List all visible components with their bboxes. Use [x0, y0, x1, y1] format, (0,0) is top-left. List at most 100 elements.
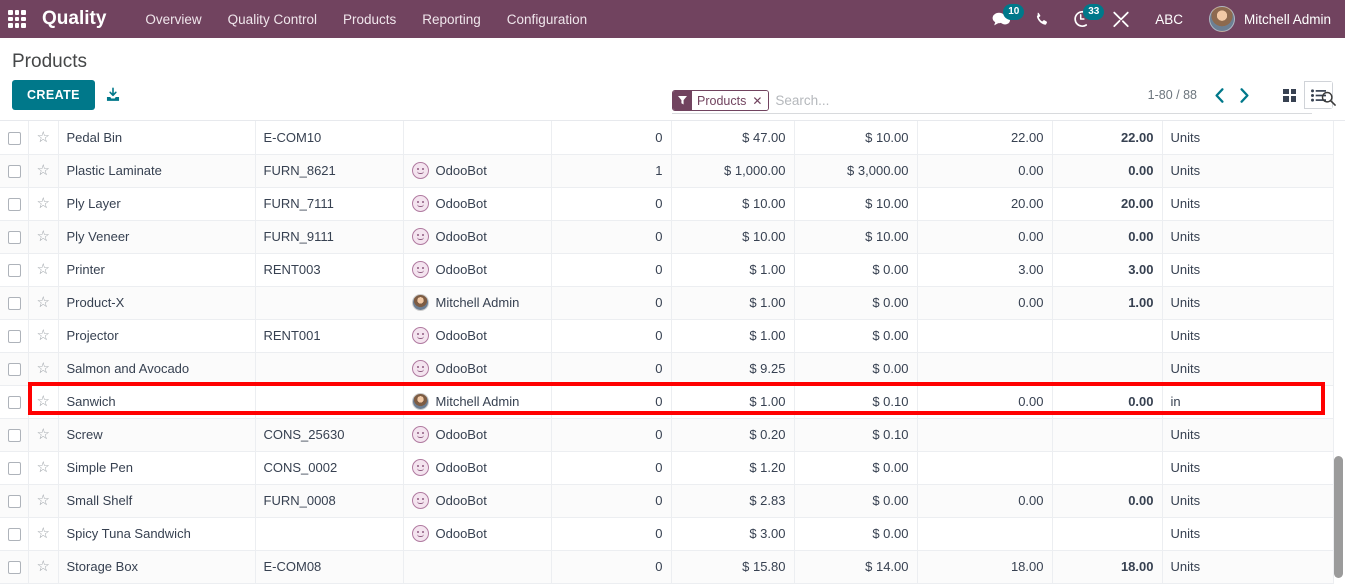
menu-item-configuration[interactable]: Configuration	[494, 2, 600, 37]
star-icon[interactable]: ☆	[37, 360, 50, 377]
table-row[interactable]: ☆ Pedal Bin E-COM10 0 $ 47.00 $ 10.00 22.00 22.…	[0, 121, 1334, 155]
row-product-name[interactable]: Pedal Bin	[58, 121, 256, 155]
table-row[interactable]: ☆ Ply Veneer FURN_9111 OdooBot 0 $ 10.00 $ 10.…	[0, 220, 1334, 254]
row-checkbox-cell[interactable]	[0, 253, 29, 287]
apps-grid-icon[interactable]	[6, 8, 28, 30]
row-checkbox[interactable]	[8, 363, 21, 377]
search-facet-products[interactable]: Products ✕	[672, 90, 770, 111]
table-row[interactable]: ☆ Ply Layer FURN_7111 OdooBot 0 $ 10.00 $ 10.0…	[0, 187, 1334, 221]
row-checkbox[interactable]	[8, 231, 21, 245]
row-checkbox-cell[interactable]	[0, 319, 29, 353]
star-icon[interactable]: ☆	[37, 525, 50, 542]
star-icon[interactable]: ☆	[37, 162, 50, 179]
row-checkbox-cell[interactable]	[0, 451, 29, 485]
row-checkbox-cell[interactable]	[0, 352, 29, 386]
star-icon[interactable]: ☆	[37, 393, 50, 410]
table-row[interactable]: ☆ Sanwich Mitchell Admin 0 $ 1.00 $ 0.10 0.00 0…	[0, 385, 1334, 419]
row-favorite-cell[interactable]: ☆	[28, 484, 59, 518]
row-product-name[interactable]: Spicy Tuna Sandwich	[58, 517, 256, 551]
row-favorite-cell[interactable]: ☆	[28, 517, 59, 551]
row-favorite-cell[interactable]: ☆	[28, 121, 59, 155]
row-checkbox-cell[interactable]	[0, 154, 29, 188]
row-product-name[interactable]: Storage Box	[58, 550, 256, 584]
phone-button[interactable]	[1022, 0, 1061, 38]
vertical-scrollbar[interactable]	[1334, 121, 1343, 587]
row-checkbox-cell[interactable]	[0, 385, 29, 419]
star-icon[interactable]: ☆	[37, 228, 50, 245]
row-checkbox[interactable]	[8, 131, 21, 145]
row-checkbox[interactable]	[8, 297, 21, 311]
row-checkbox-cell[interactable]	[0, 484, 29, 518]
row-favorite-cell[interactable]: ☆	[28, 286, 59, 320]
row-product-name[interactable]: Small Shelf	[58, 484, 256, 518]
row-checkbox[interactable]	[8, 165, 21, 179]
row-checkbox-cell[interactable]	[0, 187, 29, 221]
star-icon[interactable]: ☆	[37, 294, 50, 311]
menu-item-products[interactable]: Products	[330, 2, 409, 37]
row-favorite-cell[interactable]: ☆	[28, 220, 59, 254]
row-checkbox[interactable]	[8, 330, 21, 344]
table-row[interactable]: ☆ Small Shelf FURN_0008 OdooBot 0 $ 2.83 $ 0.0…	[0, 484, 1334, 518]
menu-item-overview[interactable]: Overview	[132, 2, 214, 37]
row-favorite-cell[interactable]: ☆	[28, 352, 59, 386]
row-checkbox[interactable]	[8, 396, 21, 410]
star-icon[interactable]: ☆	[37, 261, 50, 278]
search-input[interactable]	[769, 91, 1312, 110]
table-row[interactable]: ☆ Plastic Laminate FURN_8621 OdooBot 1 $ 1,00…	[0, 154, 1334, 188]
row-favorite-cell[interactable]: ☆	[28, 187, 59, 221]
row-product-name[interactable]: Ply Layer	[58, 187, 256, 221]
row-checkbox-cell[interactable]	[0, 550, 29, 584]
create-button[interactable]: CREATE	[12, 80, 95, 110]
row-checkbox-cell[interactable]	[0, 418, 29, 452]
row-product-name[interactable]: Sanwich	[58, 385, 256, 419]
row-product-name[interactable]: Product-X	[58, 286, 256, 320]
star-icon[interactable]: ☆	[37, 129, 50, 146]
table-row[interactable]: ☆ Salmon and Avocado OdooBot 0 $ 9.25 $ 0.00 U…	[0, 352, 1334, 386]
row-checkbox[interactable]	[8, 429, 21, 443]
row-product-name[interactable]: Plastic Laminate	[58, 154, 256, 188]
row-product-name[interactable]: Ply Veneer	[58, 220, 256, 254]
menu-item-quality-control[interactable]: Quality Control	[215, 2, 330, 37]
table-row[interactable]: ☆ Projector RENT001 OdooBot 0 $ 1.00 $ 0.00 Uni…	[0, 319, 1334, 353]
row-favorite-cell[interactable]: ☆	[28, 550, 59, 584]
table-row[interactable]: ☆ Storage Box E-COM08 0 $ 15.80 $ 14.00 18.00 1…	[0, 550, 1334, 584]
user-menu[interactable]: Mitchell Admin	[1197, 6, 1335, 32]
row-product-name[interactable]: Salmon and Avocado	[58, 352, 256, 386]
table-row[interactable]: ☆ Product-X Mitchell Admin 0 $ 1.00 $ 0.00 0.0…	[0, 286, 1334, 320]
row-checkbox-cell[interactable]	[0, 121, 29, 155]
row-favorite-cell[interactable]: ☆	[28, 385, 59, 419]
close-icon[interactable]: ✕	[751, 91, 769, 110]
import-download-icon[interactable]	[105, 87, 121, 103]
row-favorite-cell[interactable]: ☆	[28, 319, 59, 353]
scrollbar-thumb[interactable]	[1334, 456, 1343, 578]
activities-button[interactable]: 33	[1061, 0, 1105, 38]
debug-abc-label[interactable]: ABC	[1141, 12, 1197, 27]
row-product-name[interactable]: Screw	[58, 418, 256, 452]
star-icon[interactable]: ☆	[37, 327, 50, 344]
row-product-name[interactable]: Printer	[58, 253, 256, 287]
row-checkbox[interactable]	[8, 561, 21, 575]
row-checkbox[interactable]	[8, 528, 21, 542]
row-checkbox-cell[interactable]	[0, 220, 29, 254]
row-favorite-cell[interactable]: ☆	[28, 154, 59, 188]
star-icon[interactable]: ☆	[37, 459, 50, 476]
row-product-name[interactable]: Simple Pen	[58, 451, 256, 485]
app-brand-quality[interactable]: Quality	[42, 8, 106, 30]
row-favorite-cell[interactable]: ☆	[28, 418, 59, 452]
tools-button[interactable]	[1101, 0, 1141, 38]
table-row[interactable]: ☆ Simple Pen CONS_0002 OdooBot 0 $ 1.20 $ 0.00…	[0, 451, 1334, 485]
star-icon[interactable]: ☆	[37, 426, 50, 443]
row-checkbox-cell[interactable]	[0, 286, 29, 320]
row-checkbox[interactable]	[8, 198, 21, 212]
star-icon[interactable]: ☆	[37, 492, 50, 509]
table-row[interactable]: ☆ Printer RENT003 OdooBot 0 $ 1.00 $ 0.00 3.00 3…	[0, 253, 1334, 287]
row-favorite-cell[interactable]: ☆	[28, 253, 59, 287]
row-checkbox-cell[interactable]	[0, 517, 29, 551]
row-checkbox[interactable]	[8, 495, 21, 509]
row-checkbox[interactable]	[8, 462, 21, 476]
table-row[interactable]: ☆ Spicy Tuna Sandwich OdooBot 0 $ 3.00 $ 0.00…	[0, 517, 1334, 551]
row-favorite-cell[interactable]: ☆	[28, 451, 59, 485]
star-icon[interactable]: ☆	[37, 195, 50, 212]
menu-item-reporting[interactable]: Reporting	[409, 2, 494, 37]
row-product-name[interactable]: Projector	[58, 319, 256, 353]
